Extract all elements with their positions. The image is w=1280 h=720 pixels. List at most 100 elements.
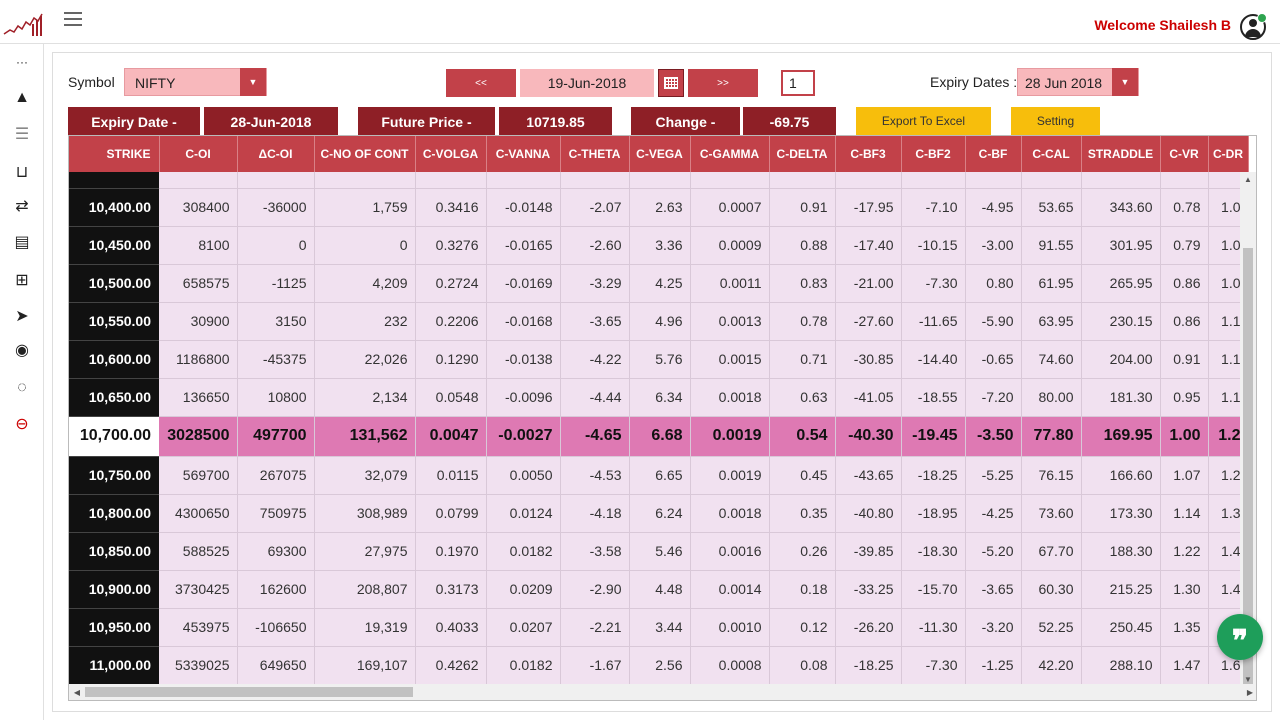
more-icon[interactable]: ··· bbox=[12, 52, 32, 72]
top-bar: Welcome Shailesh B bbox=[0, 0, 1280, 44]
col-c-vr[interactable]: C-VR bbox=[1160, 136, 1209, 172]
hamburger-icon[interactable] bbox=[64, 12, 82, 26]
table-row[interactable]: 10,650.00 136650 10800 2,134 0.0548 -0.0096 -4… bbox=[69, 378, 1249, 417]
main-panel: Symbol NIFTY ▼ << 19-Jun-2018 >> 1 Expir… bbox=[52, 52, 1272, 712]
col-c-gamma[interactable]: C-GAMMA bbox=[690, 136, 770, 172]
table-cell: -2.90 bbox=[560, 570, 630, 609]
table-cell: -18.25 bbox=[901, 456, 966, 495]
scroll-up-icon[interactable]: ▲ bbox=[1240, 172, 1256, 186]
table-cell: 0.78 bbox=[769, 302, 836, 341]
basket-icon[interactable]: ⊔ bbox=[12, 162, 32, 182]
table-row[interactable]: 10,950.00 453975 -106650 19,319 0.4033 0.0207… bbox=[69, 608, 1249, 647]
avatar[interactable] bbox=[1240, 13, 1267, 40]
calendar-icon[interactable] bbox=[658, 69, 684, 97]
location-pin-icon[interactable]: ◉ bbox=[12, 340, 32, 360]
table-cell: 658575 bbox=[159, 264, 238, 303]
col-c-cal[interactable]: C-CAL bbox=[1021, 136, 1082, 172]
table-row[interactable]: 10,600.00 1186800 -45375 22,026 0.1290 -0.013… bbox=[69, 340, 1249, 379]
document-list-icon[interactable]: ▤ bbox=[12, 232, 32, 252]
table-row[interactable]: 10,500.00 658575 -1125 4,209 0.2724 -0.0169 -3… bbox=[69, 264, 1249, 303]
table-row[interactable]: 10,750.00 569700 267075 32,079 0.0115 0.0050-… bbox=[69, 456, 1249, 495]
option-chain-table[interactable]: STRIKE C-OI ΔC-OI C-NO OF CONT C-VOLGA C… bbox=[68, 135, 1257, 701]
table-cell: 4,209 bbox=[314, 264, 416, 303]
col-c-no-of-cont[interactable]: C-NO OF CONT bbox=[314, 136, 416, 172]
table-cell: 0.91 bbox=[1160, 340, 1209, 379]
paper-plane-icon[interactable]: ➤ bbox=[12, 306, 32, 326]
date-input[interactable]: 19-Jun-2018 bbox=[520, 69, 654, 97]
table-cell: -0.65 bbox=[965, 340, 1022, 379]
col-c-volga[interactable]: C-VOLGA bbox=[415, 136, 487, 172]
vertical-scrollbar[interactable]: ▲ ▼ bbox=[1240, 172, 1256, 688]
col-strike[interactable]: STRIKE bbox=[69, 136, 160, 172]
table-cell: 0.91 bbox=[769, 188, 836, 227]
col-c-bf3[interactable]: C-BF3 bbox=[835, 136, 902, 172]
refresh-arrows-icon[interactable]: ⇄ bbox=[12, 196, 32, 216]
table-cell: -2.60 bbox=[560, 226, 630, 265]
prev-date-button[interactable]: << bbox=[446, 69, 516, 97]
table-cell: 77.80 bbox=[1021, 416, 1082, 457]
col-c-vanna[interactable]: C-VANNA bbox=[486, 136, 561, 172]
table-cell: 0.08 bbox=[769, 646, 836, 685]
table-cell: 136650 bbox=[159, 378, 238, 417]
page-input[interactable]: 1 bbox=[781, 70, 815, 96]
map-icon[interactable]: ⊞ bbox=[12, 270, 32, 290]
table-cell: 53.65 bbox=[1021, 188, 1082, 227]
table-row-atm[interactable]: 10,700.00 3028500 497700 131,562 0.0047 -0.00… bbox=[69, 416, 1249, 457]
setting-button[interactable]: Setting bbox=[1011, 107, 1100, 135]
table-cell: -43.65 bbox=[835, 456, 902, 495]
col-c-bf[interactable]: C-BF bbox=[965, 136, 1022, 172]
expiry-date-label: Expiry Date - bbox=[68, 107, 200, 137]
table-cell: -40.30 bbox=[835, 416, 902, 457]
table-cell: -10.15 bbox=[901, 226, 966, 265]
table-cell: 52.25 bbox=[1021, 608, 1082, 647]
expiry-select[interactable]: 28 Jun 2018 ▼ bbox=[1017, 68, 1139, 96]
scroll-right-icon[interactable]: ▶ bbox=[1242, 684, 1256, 700]
col-c-dr[interactable]: C-DR bbox=[1208, 136, 1249, 172]
col-c-delta[interactable]: C-DELTA bbox=[769, 136, 836, 172]
table-cell: -33.25 bbox=[835, 570, 902, 609]
list-lines-icon[interactable]: ☰ bbox=[12, 124, 32, 144]
col-c-vega[interactable]: C-VEGA bbox=[629, 136, 691, 172]
chart-logo-icon[interactable] bbox=[2, 12, 46, 38]
horizontal-scroll-thumb[interactable] bbox=[85, 687, 413, 697]
table-cell: 288.10 bbox=[1081, 646, 1161, 685]
symbol-select[interactable]: NIFTY ▼ bbox=[124, 68, 267, 96]
table-cell: 0.3276 bbox=[415, 226, 487, 265]
data-table: STRIKE C-OI ΔC-OI C-NO OF CONT C-VOLGA C… bbox=[69, 136, 1249, 685]
table-cell: 0.0182 bbox=[486, 646, 561, 685]
minus-circle-icon[interactable]: ⊖ bbox=[12, 414, 32, 434]
table-cell: 0.3416 bbox=[415, 188, 487, 227]
table-cell: 0 bbox=[314, 226, 416, 265]
table-cell: 4300650 bbox=[159, 494, 238, 533]
table-row[interactable]: 10,800.00 4300650 750975 308,989 0.0799 0.012… bbox=[69, 494, 1249, 533]
table-cell: 0.0799 bbox=[415, 494, 487, 533]
table-row[interactable]: 10,850.00 588525 69300 27,975 0.1970 0.0182 -3… bbox=[69, 532, 1249, 571]
col-straddle[interactable]: STRADDLE bbox=[1081, 136, 1161, 172]
table-cell: -4.25 bbox=[965, 494, 1022, 533]
table-row[interactable]: 10,550.00 30900 3150 232 0.2206 -0.0168 -3.65 4… bbox=[69, 302, 1249, 341]
table-cell: -17.95 bbox=[835, 188, 902, 227]
table-cell: -39.85 bbox=[835, 532, 902, 571]
horizontal-scrollbar[interactable]: ◀ ▶ bbox=[69, 684, 1256, 700]
table-cell: 265.95 bbox=[1081, 264, 1161, 303]
table-cell: 1186800 bbox=[159, 340, 238, 379]
col-c-theta[interactable]: C-THETA bbox=[560, 136, 630, 172]
table-row[interactable]: 11,000.00 5339025 649650 169,107 0.4262 0.018… bbox=[69, 646, 1249, 685]
mountain-icon[interactable]: ▲ bbox=[12, 88, 32, 108]
export-excel-button[interactable]: Export To Excel bbox=[856, 107, 991, 135]
table-cell: 0.0015 bbox=[690, 340, 770, 379]
table-row[interactable]: 10,450.00 8100 0 0 0.3276 -0.0165 -2.60 3.36 0.0… bbox=[69, 226, 1249, 265]
quote-chat-icon[interactable]: ❞ bbox=[1217, 614, 1263, 660]
scroll-left-icon[interactable]: ◀ bbox=[69, 684, 85, 700]
table-cell: 0.95 bbox=[1160, 378, 1209, 417]
col-c-bf2[interactable]: C-BF2 bbox=[901, 136, 966, 172]
table-cell: 343.60 bbox=[1081, 188, 1161, 227]
table-row[interactable]: 10,900.00 3730425 162600 208,807 0.3173 0.020… bbox=[69, 570, 1249, 609]
col-delta-c-oi[interactable]: ΔC-OI bbox=[237, 136, 315, 172]
table-row[interactable]: 10,400.00 308400 -36000 1,759 0.3416 -0.0148-… bbox=[69, 188, 1249, 227]
chat-bubble-icon[interactable]: ◌ bbox=[12, 378, 32, 398]
strike-cell: 10,750.00 bbox=[69, 456, 159, 495]
table-cell: 0.18 bbox=[769, 570, 836, 609]
next-date-button[interactable]: >> bbox=[688, 69, 758, 97]
col-c-oi[interactable]: C-OI bbox=[159, 136, 238, 172]
